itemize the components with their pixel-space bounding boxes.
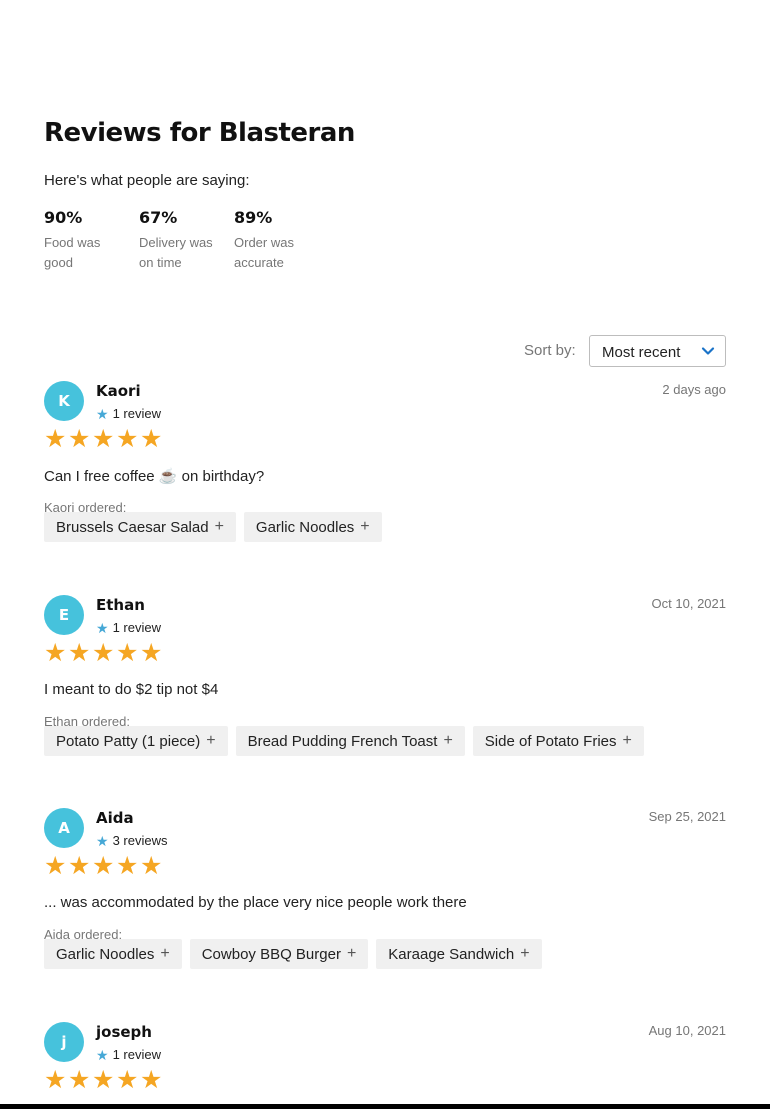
stat-food: 90% Food was good [44, 208, 139, 273]
chevron-down-icon [701, 347, 715, 355]
star-icon: ★ [96, 1046, 109, 1063]
plus-icon: + [160, 945, 170, 962]
ordered-item-button[interactable]: Brussels Caesar Salad + [44, 512, 236, 542]
star-icon: ★ [140, 852, 163, 880]
reviewer-name[interactable]: joseph [96, 1023, 152, 1041]
star-icon: ★ [96, 405, 109, 422]
ordered-item-button[interactable]: Side of Potato Fries + [472, 726, 644, 756]
star-icon: ★ [92, 852, 115, 880]
review-text: I meant to do $2 tip not $4 [44, 681, 219, 698]
plus-icon: + [214, 518, 224, 535]
plus-icon: + [622, 732, 632, 749]
reviewer-name[interactable]: Kaori [96, 382, 141, 400]
reviewer-name[interactable]: Ethan [96, 596, 145, 614]
star-rating: ★ ★ ★ ★ ★ [44, 852, 164, 880]
stat-percent: 67% [139, 208, 178, 227]
review-card: E Ethan ★ 1 review Oct 10, 2021 ★ ★ ★ ★ … [44, 595, 726, 775]
plus-icon: + [346, 945, 357, 962]
stat-accuracy: 89% Order was accurate [234, 208, 329, 273]
stat-percent: 90% [44, 208, 83, 227]
review-date: Sep 25, 2021 [648, 809, 726, 824]
ordered-item-button[interactable]: Potato Patty (1 piece) + [44, 726, 228, 756]
star-rating: ★ ★ ★ ★ ★ [44, 425, 164, 453]
reviewer-review-count: ★ 3 reviews [96, 833, 167, 848]
stat-percent: 89% [234, 208, 273, 227]
page-subtitle: Here's what people are saying: [44, 172, 250, 189]
star-icon: ★ [116, 639, 139, 667]
plus-icon: + [206, 732, 216, 749]
star-icon: ★ [140, 1066, 163, 1094]
star-icon: ★ [68, 852, 91, 880]
star-icon: ★ [116, 1066, 139, 1094]
star-icon: ★ [68, 1066, 91, 1094]
item-label: Side of Potato Fries [484, 732, 617, 750]
star-icon: ★ [96, 619, 109, 636]
star-icon: ★ [44, 639, 67, 667]
star-icon: ★ [92, 425, 115, 453]
review-card: j joseph ★ 1 review Aug 10, 2021 ★ ★ ★ ★… [44, 1022, 726, 1104]
rating-stats: 90% Food was good 67% Delivery was on ti… [44, 208, 329, 273]
star-icon: ★ [92, 639, 115, 667]
review-count-text: 1 review [112, 620, 161, 635]
page-title: Reviews for Blasteran [44, 118, 355, 148]
star-icon: ★ [44, 1066, 67, 1094]
review-card: A Aida ★ 3 reviews Sep 25, 2021 ★ ★ ★ ★ … [44, 808, 726, 988]
bottom-edge-bar [0, 1104, 770, 1109]
stat-label: Order was accurate [234, 235, 294, 270]
stat-delivery: 67% Delivery was on time [139, 208, 234, 273]
plus-icon: + [443, 732, 453, 749]
star-icon: ★ [44, 852, 67, 880]
sort-label: Sort by: [524, 342, 576, 359]
sort-selected-value: Most recent [602, 344, 681, 361]
star-rating: ★ ★ ★ ★ ★ [44, 639, 164, 667]
item-label: Bread Pudding French Toast [247, 732, 438, 750]
star-rating: ★ ★ ★ ★ ★ [44, 1066, 164, 1094]
star-icon: ★ [92, 1066, 115, 1094]
ordered-item-button[interactable]: Cowboy BBQ Burger + [189, 939, 369, 969]
sort-select[interactable]: Most recent [589, 335, 726, 367]
avatar: K [44, 381, 84, 421]
item-label: Cowboy BBQ Burger [201, 945, 341, 963]
review-date: Aug 10, 2021 [648, 1023, 726, 1038]
item-label: Garlic Noodles [56, 945, 155, 963]
item-label: Potato Patty (1 piece) [56, 732, 201, 750]
review-count-text: 3 reviews [112, 833, 168, 848]
review-count-text: 1 review [112, 1047, 161, 1062]
review-text: Can I free coffee ☕️ on birthday? [44, 468, 265, 485]
ordered-item-button[interactable]: Karaage Sandwich + [376, 939, 542, 969]
review-date: 2 days ago [662, 382, 726, 397]
avatar: A [44, 808, 84, 848]
item-label: Karaage Sandwich [388, 945, 515, 963]
review-text: ... was accommodated by the place very n… [44, 894, 467, 911]
star-icon: ★ [140, 639, 163, 667]
star-icon: ★ [116, 425, 139, 453]
star-icon: ★ [116, 852, 139, 880]
ordered-item-button[interactable]: Bread Pudding French Toast + [235, 726, 465, 756]
avatar: E [44, 595, 84, 635]
reviewer-review-count: ★ 1 review [96, 406, 161, 421]
ordered-items: Brussels Caesar Salad + Garlic Noodles + [44, 512, 382, 542]
star-icon: ★ [44, 425, 67, 453]
plus-icon: + [360, 518, 370, 535]
star-icon: ★ [68, 425, 91, 453]
reviewer-name[interactable]: Aida [96, 809, 134, 827]
reviewer-review-count: ★ 1 review [96, 1047, 161, 1062]
review-card: K Kaori ★ 1 review 2 days ago ★ ★ ★ ★ ★ … [44, 381, 726, 561]
star-icon: ★ [96, 832, 109, 849]
star-icon: ★ [140, 425, 163, 453]
item-label: Brussels Caesar Salad [56, 518, 209, 536]
stat-label: Delivery was on time [139, 235, 213, 270]
avatar: j [44, 1022, 84, 1062]
star-icon: ★ [68, 639, 91, 667]
reviewer-review-count: ★ 1 review [96, 620, 161, 635]
ordered-items: Garlic Noodles + Cowboy BBQ Burger + Kar… [44, 939, 542, 969]
review-count-text: 1 review [112, 406, 161, 421]
review-date: Oct 10, 2021 [651, 596, 726, 611]
stat-label: Food was good [44, 235, 101, 270]
plus-icon: + [520, 945, 530, 962]
ordered-item-button[interactable]: Garlic Noodles + [243, 512, 382, 542]
ordered-item-button[interactable]: Garlic Noodles + [44, 939, 182, 969]
ordered-items: Potato Patty (1 piece) + Bread Pudding F… [44, 726, 644, 756]
item-label: Garlic Noodles [255, 518, 355, 536]
